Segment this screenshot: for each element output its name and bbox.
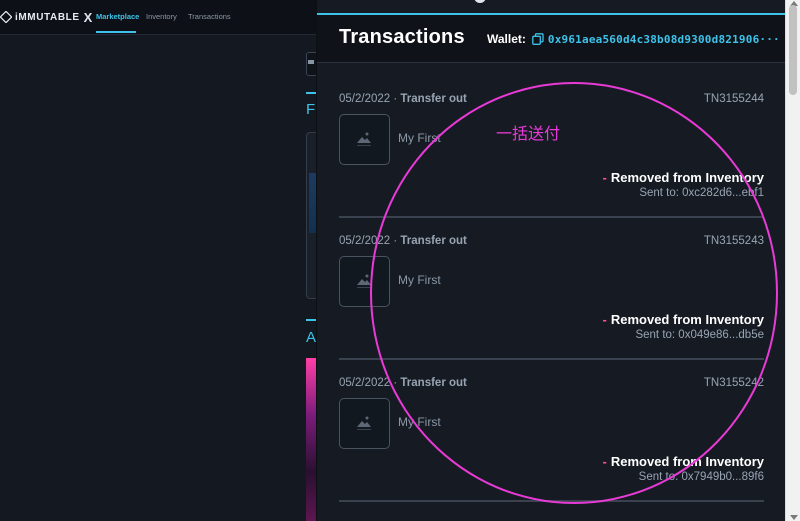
annotation-label: 一括送付 xyxy=(496,124,561,143)
transaction-row[interactable]: 05/2/2022 · Transfer out TN3155243 My Fi… xyxy=(339,205,765,360)
transaction-meta: 05/2/2022 · Transfer out xyxy=(339,93,467,105)
transaction-type: Transfer out xyxy=(400,93,467,105)
wallet-info: Wallet: 0x961aea560d4c38b08d9300d821906·… xyxy=(487,32,780,46)
scrollbar-thumb[interactable] xyxy=(789,5,797,95)
transaction-id: TN3155243 xyxy=(703,235,764,247)
scroll-down-icon[interactable] xyxy=(790,515,798,520)
transaction-status: - Removed from Inventory xyxy=(603,454,765,469)
transaction-meta: 05/2/2022 · Transfer out xyxy=(339,235,467,247)
panel-top-icon xyxy=(474,0,486,3)
status-dash-icon: - xyxy=(602,312,607,327)
nft-name: My First xyxy=(398,131,441,145)
panel-header: Transactions Wallet: 0x961aea560d4c38b08… xyxy=(317,15,786,63)
immutable-x-logo[interactable]: iMMUTABLE X xyxy=(0,9,92,25)
panel-top-strip xyxy=(317,0,786,13)
transaction-id: TN3155244 xyxy=(703,93,764,105)
transaction-date: 05/2/2022 xyxy=(339,235,391,247)
nft-thumbnail xyxy=(339,398,390,449)
wallet-address[interactable]: 0x961aea560d4c38b08d9300d821906··· xyxy=(548,33,780,46)
transaction-type: Transfer out xyxy=(400,377,467,389)
transaction-meta: 05/2/2022 · Transfer out xyxy=(339,377,467,389)
transaction-status: - Removed from Inventory xyxy=(603,170,765,185)
nft-thumbnail xyxy=(339,256,390,307)
active-nav-underline xyxy=(96,31,136,33)
nft-name: My First xyxy=(398,273,441,287)
image-placeholder-icon xyxy=(357,132,371,146)
nft-name: My First xyxy=(398,415,441,429)
brand-x: X xyxy=(83,9,93,25)
background-section-heading: F xyxy=(306,101,316,118)
transaction-recipient: Sent to: 0x049e86...db5e xyxy=(635,329,764,341)
status-dash-icon: - xyxy=(602,170,607,185)
image-placeholder-icon xyxy=(357,416,371,430)
transaction-row[interactable]: 05/2/2022 · Transfer out TN3155242 My Fi… xyxy=(339,347,765,502)
panel-title: Transactions xyxy=(339,26,465,48)
status-text: Removed from Inventory xyxy=(610,170,764,185)
transactions-panel: Transactions Wallet: 0x961aea560d4c38b08… xyxy=(316,0,786,521)
status-text: Removed from Inventory xyxy=(610,454,764,469)
copy-icon[interactable] xyxy=(532,33,544,45)
transaction-id: TN3155242 xyxy=(703,377,764,389)
transaction-date: 05/2/2022 xyxy=(339,93,391,105)
transaction-status: - Removed from Inventory xyxy=(603,312,765,327)
nav-link-inventory[interactable]: Inventory xyxy=(146,12,177,21)
nav-link-marketplace[interactable]: Marketplace xyxy=(96,12,139,21)
status-dash-icon: - xyxy=(602,454,607,469)
page-scrollbar[interactable] xyxy=(785,0,800,521)
brand-name: iMMUTABLE xyxy=(15,11,80,23)
background-section-heading-2: A xyxy=(306,329,317,346)
transaction-recipient: Sent to: 0x7949b0...89f6 xyxy=(638,471,764,483)
background-input-icon xyxy=(308,60,314,64)
transaction-date: 05/2/2022 xyxy=(339,377,391,389)
transaction-divider xyxy=(339,500,764,502)
wallet-label: Wallet: xyxy=(487,32,526,46)
image-placeholder-icon xyxy=(357,274,371,288)
nav-link-transactions[interactable]: Transactions xyxy=(188,12,231,21)
nft-thumbnail xyxy=(339,114,390,165)
status-text: Removed from Inventory xyxy=(610,312,764,327)
marketplace-background xyxy=(0,35,316,521)
transaction-recipient: Sent to: 0xc282d6...ebf1 xyxy=(639,187,764,199)
transaction-type: Transfer out xyxy=(400,235,467,247)
immutable-logo-icon xyxy=(0,11,12,23)
